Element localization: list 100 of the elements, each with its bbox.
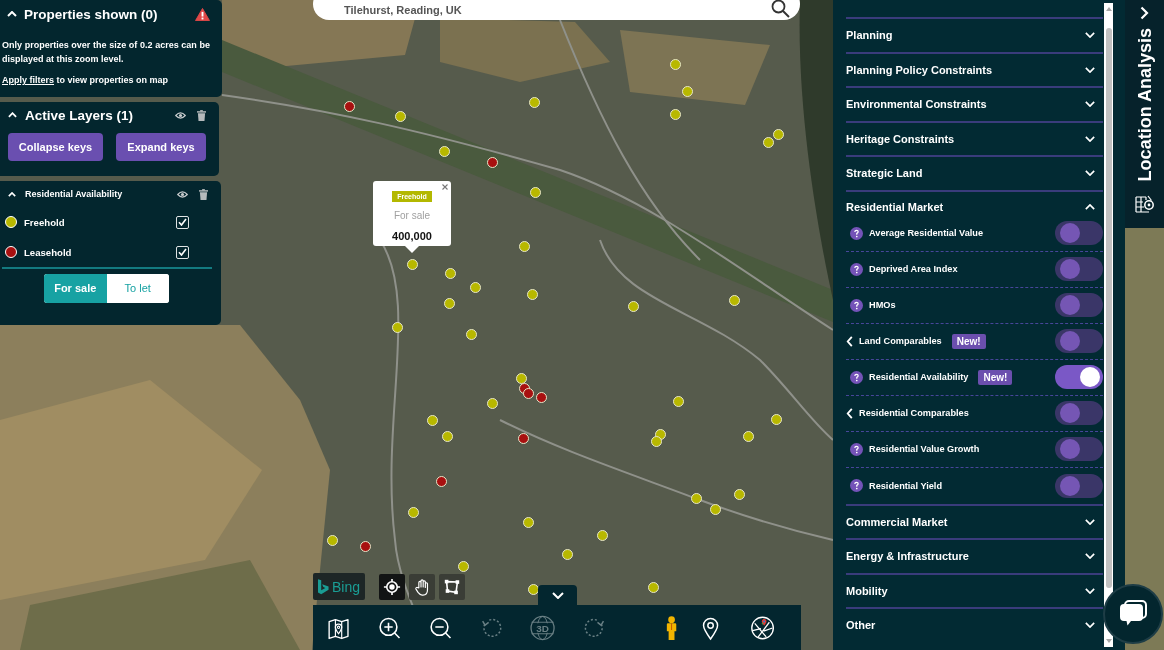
close-icon[interactable]: [442, 184, 448, 190]
caret-up-icon[interactable]: [8, 112, 17, 118]
property-marker-icon[interactable]: [407, 506, 419, 518]
property-marker-icon[interactable]: [528, 96, 540, 108]
help-icon[interactable]: [850, 262, 863, 276]
toggle-switch[interactable]: [1055, 293, 1103, 317]
eye-icon[interactable]: [177, 190, 188, 198]
property-marker-icon[interactable]: [733, 488, 745, 500]
property-marker-icon[interactable]: [326, 534, 338, 546]
search-field[interactable]: Tilehurst, Reading, UK: [313, 0, 800, 20]
collapse-keys-button[interactable]: Collapse keys: [8, 133, 103, 161]
property-marker-icon[interactable]: [391, 321, 403, 333]
property-marker-icon[interactable]: [359, 540, 371, 552]
chevron-left-icon[interactable]: [846, 335, 853, 347]
section-header[interactable]: Mobility: [846, 574, 1103, 607]
property-marker-icon[interactable]: [457, 560, 469, 572]
property-marker-icon[interactable]: [728, 294, 740, 306]
help-icon[interactable]: [850, 370, 863, 384]
property-marker-icon[interactable]: [681, 85, 693, 97]
toggle-switch[interactable]: [1055, 329, 1103, 353]
eye-icon[interactable]: [175, 111, 186, 119]
caret-up-icon[interactable]: [7, 11, 17, 17]
property-marker-icon[interactable]: [672, 395, 684, 407]
trash-icon[interactable]: [197, 109, 206, 121]
property-marker-icon[interactable]: [343, 100, 355, 112]
panel-title: Properties shown (0): [24, 6, 158, 22]
toggle-switch[interactable]: [1055, 365, 1103, 389]
toggle-switch[interactable]: [1055, 257, 1103, 281]
map-tool-button[interactable]: [379, 573, 405, 600]
property-marker-icon[interactable]: [669, 108, 681, 120]
property-marker-icon[interactable]: [596, 529, 608, 541]
section-header[interactable]: Strategic Land: [846, 157, 1103, 190]
property-marker-icon[interactable]: [486, 397, 498, 409]
property-marker-icon[interactable]: [438, 145, 450, 157]
chevron-left-icon[interactable]: [846, 407, 853, 419]
property-marker-icon[interactable]: [522, 387, 534, 399]
chevron-down-icon: [1085, 553, 1095, 560]
property-marker-icon[interactable]: [394, 110, 406, 122]
section-header[interactable]: Commercial Market: [846, 505, 1103, 538]
property-marker-icon[interactable]: [426, 414, 438, 426]
property-marker-icon[interactable]: [518, 240, 530, 252]
help-icon[interactable]: [850, 298, 863, 312]
property-marker-icon[interactable]: [690, 492, 702, 504]
property-marker-icon[interactable]: [529, 186, 541, 198]
property-marker-icon[interactable]: [469, 281, 481, 293]
section-header[interactable]: Other: [846, 609, 1103, 642]
logo-icon: [318, 578, 329, 595]
map-tool-button[interactable]: [409, 573, 435, 600]
property-marker-icon[interactable]: [441, 430, 453, 442]
section-header[interactable]: Energy & Infrastructure: [846, 540, 1103, 573]
property-marker-icon[interactable]: [486, 156, 498, 168]
chat-bubbles-icon: [1118, 600, 1148, 628]
property-marker-icon[interactable]: [742, 430, 754, 442]
caret-up-icon[interactable]: [8, 191, 16, 197]
expand-keys-button[interactable]: Expand keys: [116, 133, 206, 161]
section-header[interactable]: Heritage Constraints: [846, 122, 1103, 155]
help-icon[interactable]: [850, 479, 863, 492]
property-marker-icon[interactable]: [517, 432, 529, 444]
property-marker-icon[interactable]: [515, 372, 527, 384]
property-marker-icon[interactable]: [443, 297, 455, 309]
property-marker-icon[interactable]: [709, 503, 721, 515]
toggle-switch[interactable]: [1055, 473, 1103, 498]
panel-title: Active Layers (1): [25, 107, 134, 123]
section-header[interactable]: Planning: [846, 19, 1103, 52]
property-marker-icon[interactable]: [770, 413, 782, 425]
section-header[interactable]: Residential Market: [846, 191, 1103, 216]
trash-icon[interactable]: [199, 188, 208, 200]
property-marker-icon[interactable]: [772, 128, 784, 140]
chevron-right-icon: [1140, 6, 1149, 20]
property-marker-icon[interactable]: [465, 328, 477, 340]
property-marker-icon[interactable]: [522, 516, 534, 528]
apply-filters-link[interactable]: Apply filters: [2, 75, 54, 85]
property-marker-icon[interactable]: [535, 391, 547, 403]
map-analysis-icon[interactable]: [1134, 194, 1155, 215]
property-marker-icon[interactable]: [435, 475, 447, 487]
scrollbar[interactable]: [1104, 3, 1113, 647]
property-marker-icon[interactable]: [406, 258, 418, 270]
checkbox[interactable]: [176, 215, 189, 229]
toggle-switch[interactable]: [1055, 221, 1103, 245]
section-header[interactable]: Environmental Constraints: [846, 88, 1103, 121]
property-marker-icon[interactable]: [561, 548, 573, 560]
property-marker-icon[interactable]: [762, 136, 774, 148]
property-marker-icon[interactable]: [627, 300, 639, 312]
map-tool-button[interactable]: [439, 573, 465, 600]
toggle-switch[interactable]: [1055, 401, 1103, 425]
property-marker-icon[interactable]: [647, 581, 659, 593]
checkbox[interactable]: [176, 245, 189, 259]
collapse-toolbar-button[interactable]: [538, 585, 577, 605]
property-marker-icon[interactable]: [669, 58, 681, 70]
toggle-switch[interactable]: [1055, 437, 1103, 461]
property-marker-icon[interactable]: [527, 583, 539, 595]
property-marker-icon[interactable]: [444, 267, 456, 279]
search-icon[interactable]: [771, 0, 790, 18]
help-icon[interactable]: [850, 442, 863, 456]
section-header[interactable]: Planning Policy Constraints: [846, 53, 1103, 86]
property-marker-icon[interactable]: [526, 288, 538, 300]
chevron-down-icon: [1085, 587, 1095, 594]
property-marker-icon[interactable]: [650, 435, 662, 447]
help-icon[interactable]: [850, 226, 863, 240]
location-analysis-tab[interactable]: Location Analysis: [1135, 6, 1154, 182]
